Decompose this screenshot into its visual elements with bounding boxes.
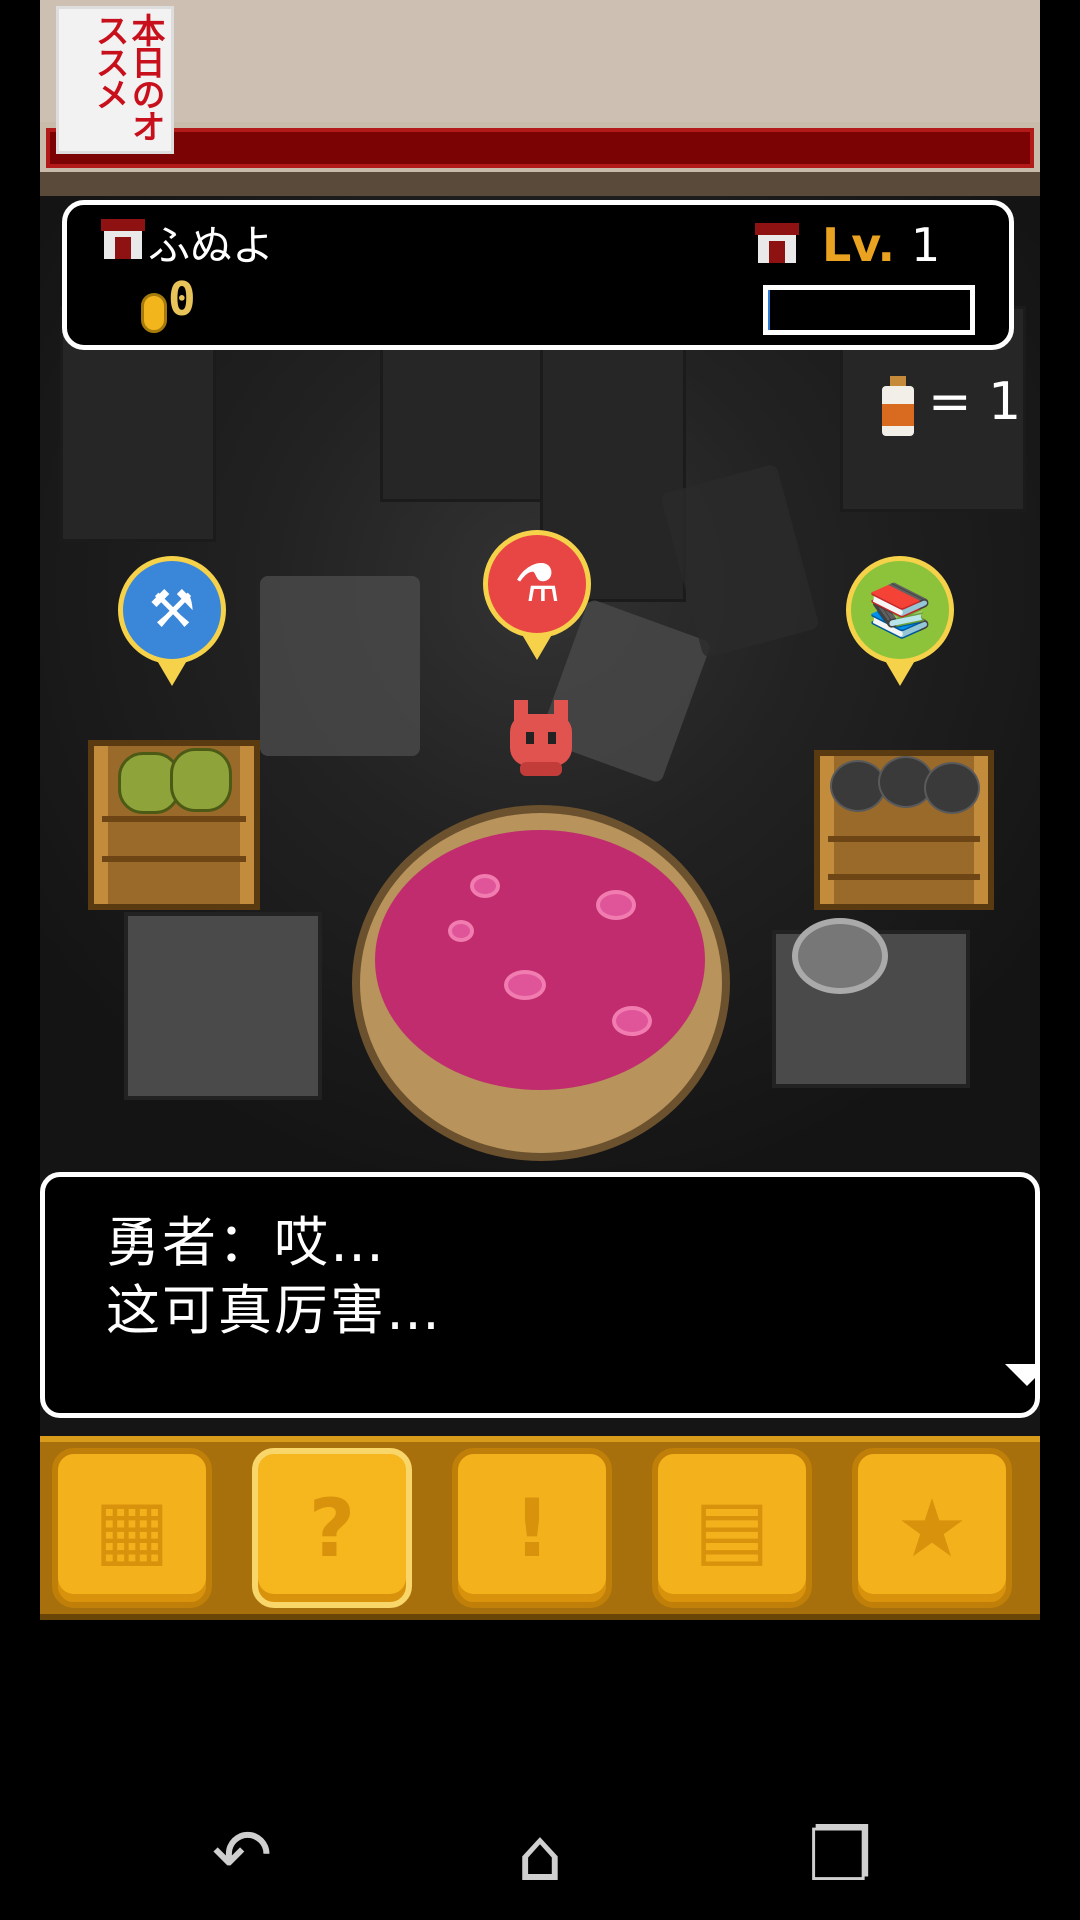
home-icon: ⌂ — [517, 1813, 563, 1897]
shop-icon — [101, 219, 145, 259]
event-menu-button[interactable]: ! — [452, 1448, 612, 1608]
shop-name: ふぬよ — [148, 221, 275, 270]
recents-icon: ❐ — [807, 1813, 873, 1897]
back-icon: ↶ — [211, 1813, 273, 1897]
level-label: Lv. — [822, 218, 896, 272]
shelves-icon: ▤ — [694, 1481, 770, 1575]
potion-bottle-icon — [882, 376, 914, 436]
cauldron-liquid — [375, 830, 705, 1090]
dialog-line-2: 这可真厉害… — [106, 1279, 442, 1342]
coin-count: 0 — [168, 272, 196, 326]
home-button[interactable]: ⌂ — [490, 1813, 590, 1897]
research-menu-button[interactable]: ? — [252, 1448, 412, 1608]
flask-icon: ⚗ — [513, 554, 561, 614]
book-icon: 📚 — [867, 580, 933, 641]
herb-item — [170, 748, 232, 812]
recents-button[interactable]: ❐ — [790, 1813, 890, 1897]
back-button[interactable]: ↶ — [192, 1813, 292, 1897]
xp-bar — [763, 285, 975, 335]
sword-hammer-icon: ⚒ — [148, 580, 196, 640]
potion-count: = 1 — [928, 372, 1022, 432]
anvil-block[interactable] — [124, 912, 322, 1100]
top-banner: 本日のオススメ — [40, 0, 1040, 200]
bubble — [596, 890, 636, 920]
flask-question-icon: ? — [308, 1481, 356, 1575]
star-icon: ★ — [896, 1481, 968, 1575]
mortar-icon — [792, 918, 888, 994]
coin-icon — [141, 293, 167, 333]
bubble — [470, 874, 500, 898]
game-screen: 本日のオススメ ふぬよ 0 Lv. 1 = 1 ⚒ ⚗ 📚 勇者：哎… 这可真厉… — [40, 0, 1040, 1620]
potion-pin[interactable]: ⚗ — [483, 530, 591, 660]
coal-lump — [924, 762, 980, 814]
favorites-menu-button[interactable]: ★ — [852, 1448, 1012, 1608]
alert-icon: ! — [513, 1481, 551, 1575]
bubble — [612, 1006, 652, 1036]
shopkeeper-character[interactable] — [510, 700, 572, 780]
shop-menu-button[interactable]: ▦ — [52, 1448, 212, 1608]
bubble — [504, 970, 546, 1000]
xp-bar-fill — [768, 290, 771, 330]
level-value: 1 — [911, 218, 941, 272]
dialog-advance-icon[interactable] — [1005, 1364, 1040, 1386]
book-pin[interactable]: 📚 — [846, 556, 954, 686]
shop-level: Lv. 1 — [822, 218, 940, 272]
shop-icon: ▦ — [94, 1481, 170, 1575]
storage-menu-button[interactable]: ▤ — [652, 1448, 812, 1608]
shop-level-icon — [755, 223, 799, 263]
daily-recommendation-logo[interactable]: 本日のオススメ — [56, 6, 174, 154]
weapon-pin[interactable]: ⚒ — [118, 556, 226, 686]
banner-red-band — [46, 128, 1034, 168]
bubble — [448, 920, 474, 942]
